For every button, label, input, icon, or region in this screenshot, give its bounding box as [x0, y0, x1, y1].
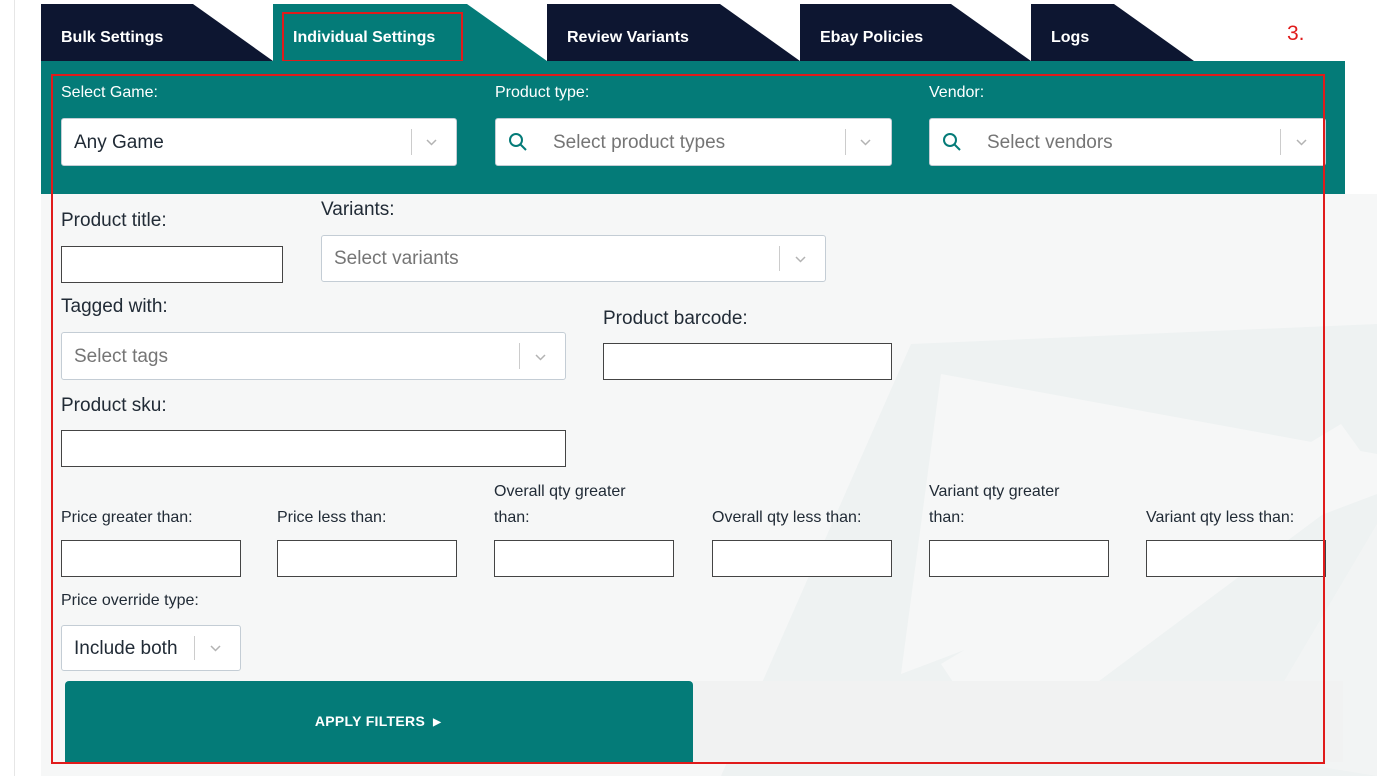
tab-label: Logs — [1051, 29, 1090, 46]
annotation-highlight-tab — [282, 12, 463, 62]
tab-notch — [193, 4, 273, 61]
tab-label: Review Variants — [567, 29, 689, 46]
tab-logs[interactable]: Logs — [1031, 4, 1194, 61]
tab-ebay-policies[interactable]: Ebay Policies — [800, 4, 1031, 61]
tab-notch — [467, 4, 547, 61]
tab-notch — [720, 4, 800, 61]
annotation-number: 3. — [1287, 22, 1305, 45]
tab-label: Ebay Policies — [820, 29, 924, 46]
tab-notch — [951, 4, 1031, 61]
tab-review-variants[interactable]: Review Variants — [547, 4, 800, 61]
tab-bulk-settings[interactable]: Bulk Settings — [41, 4, 273, 61]
tab-notch — [1114, 4, 1194, 61]
annotation-highlight-form — [51, 74, 1325, 764]
tab-label: Bulk Settings — [61, 29, 164, 46]
window-left-edge — [0, 0, 15, 776]
